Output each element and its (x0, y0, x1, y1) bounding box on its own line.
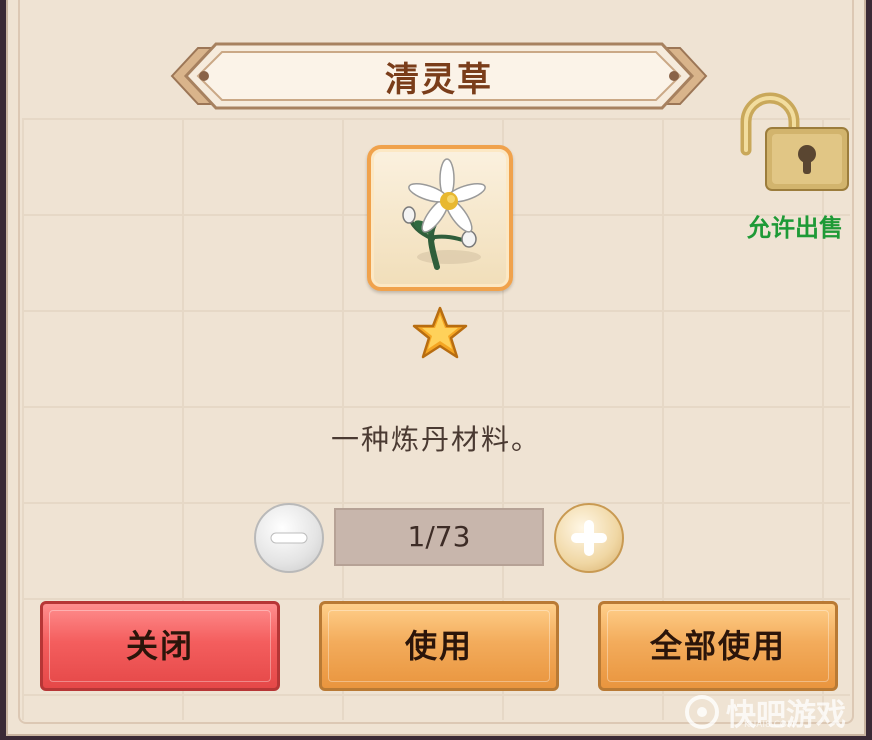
decrease-quantity-button[interactable] (254, 503, 324, 573)
star-icon (412, 306, 468, 359)
watermark-logo-icon (685, 695, 719, 729)
minus-icon (270, 532, 308, 544)
increase-quantity-button[interactable] (554, 503, 624, 573)
plus-icon (571, 520, 607, 556)
use-button[interactable]: 使用 (319, 601, 559, 691)
title-banner: 清灵草 (146, 38, 732, 114)
flower-herb-icon (402, 158, 486, 270)
allow-sale-label: 允许出售 (747, 214, 843, 242)
item-icon-slot (367, 145, 513, 291)
quantity-field[interactable]: 1/73 (334, 508, 544, 566)
item-description: 一种炼丹材料。 (330, 423, 541, 456)
use-all-button[interactable]: 全部使用 (598, 601, 838, 691)
padlock-open-icon[interactable] (736, 88, 854, 198)
close-button[interactable]: 关闭 (40, 601, 280, 691)
item-title: 清灵草 (385, 60, 493, 100)
watermark-subtext: KUAI8.COM (744, 720, 795, 730)
